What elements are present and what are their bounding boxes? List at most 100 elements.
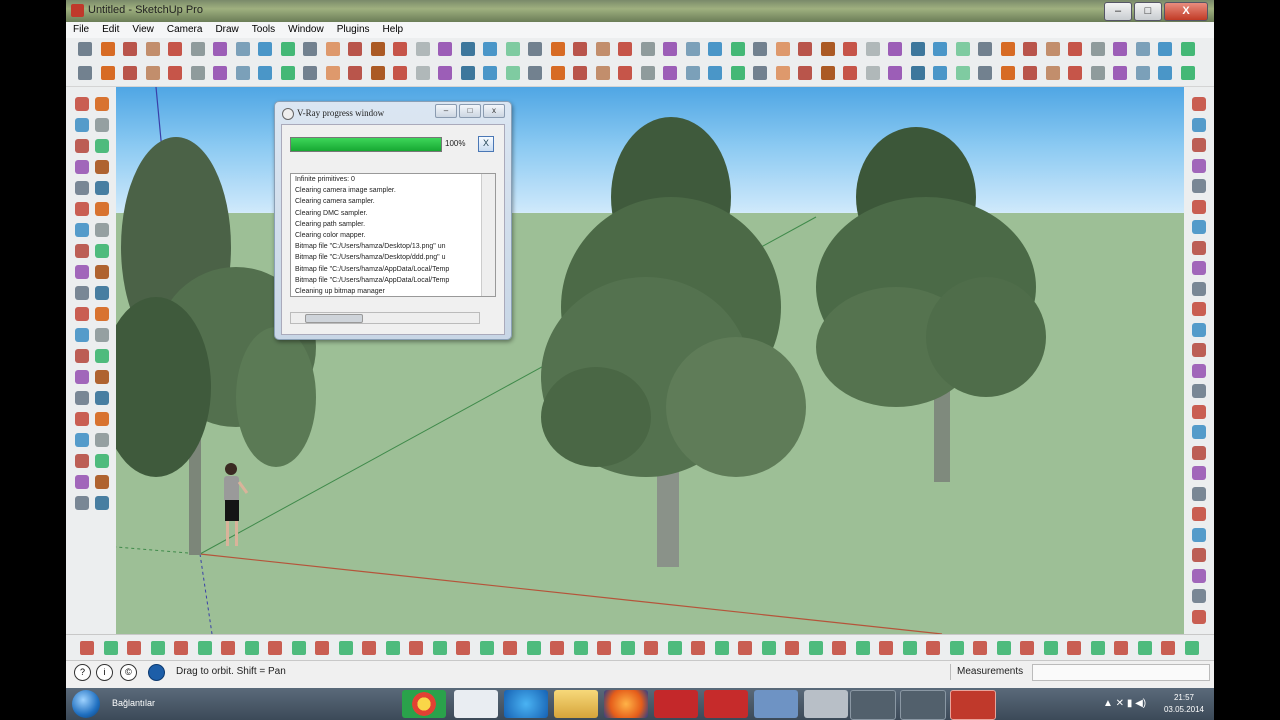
toolbar-tool-icon[interactable] — [528, 66, 542, 80]
toolbar-tool-icon[interactable] — [483, 66, 497, 80]
palette-tool-icon[interactable] — [1192, 117, 1206, 132]
palette-tool-icon[interactable] — [75, 97, 89, 111]
menu-view[interactable]: View — [125, 22, 160, 38]
toolbar-tool-icon[interactable] — [550, 42, 565, 56]
toolbar-tool-icon[interactable] — [865, 66, 880, 80]
toolbar-tool-icon[interactable] — [415, 42, 430, 56]
render-log[interactable]: Infinite primitives: 0 Clearing camera i… — [290, 173, 496, 297]
toolbar-tool-icon[interactable] — [213, 42, 227, 56]
geolocation-icon[interactable]: i — [96, 664, 113, 681]
palette-tool-icon[interactable] — [1192, 548, 1206, 562]
toolbar-tool-icon[interactable] — [1000, 42, 1015, 56]
toolbar-tool-icon[interactable] — [753, 66, 767, 80]
clock[interactable]: 21:57 03.05.2014 — [1164, 692, 1204, 716]
toolbar-tool-icon[interactable] — [348, 66, 362, 80]
menu-help[interactable]: Help — [376, 22, 410, 38]
toolbar-tool-icon[interactable] — [235, 42, 250, 56]
toolbar-tool-icon[interactable] — [393, 66, 407, 80]
bottom-tool-icon[interactable] — [1184, 641, 1199, 655]
toolbar-tool-icon[interactable] — [595, 42, 610, 56]
palette-tool-icon[interactable] — [1192, 179, 1206, 193]
palette-tool-icon[interactable] — [95, 286, 109, 300]
bottom-tool-icon[interactable] — [855, 641, 870, 655]
palette-tool-icon[interactable] — [95, 454, 109, 468]
bottom-tool-icon[interactable] — [761, 641, 776, 655]
toolbar-tool-icon[interactable] — [145, 66, 160, 80]
toolbar-tool-icon[interactable] — [393, 42, 407, 56]
bottom-tool-icon[interactable] — [926, 641, 940, 655]
palette-tool-icon[interactable] — [1192, 343, 1206, 357]
minimize-button[interactable]: – — [1104, 2, 1132, 21]
camtasia-icon[interactable] — [850, 690, 896, 720]
palette-tool-icon[interactable] — [75, 181, 89, 195]
palette-tool-icon[interactable] — [75, 349, 89, 363]
toolbar-tool-icon[interactable] — [910, 66, 925, 80]
palette-tool-icon[interactable] — [1192, 589, 1206, 603]
palette-tool-icon[interactable] — [95, 181, 109, 195]
palette-tool-icon[interactable] — [1192, 261, 1206, 275]
palette-tool-icon[interactable] — [95, 139, 109, 153]
toolbar-tool-icon[interactable] — [775, 42, 790, 56]
palette-tool-icon[interactable] — [75, 265, 89, 279]
bottom-tool-icon[interactable] — [80, 641, 94, 655]
palette-tool-icon[interactable] — [95, 475, 109, 489]
toolbar-tool-icon[interactable] — [1135, 42, 1150, 56]
palette-tool-icon[interactable] — [95, 370, 109, 384]
toolbar-tool-icon[interactable] — [685, 66, 700, 80]
toolbar-tool-icon[interactable] — [820, 66, 835, 80]
palette-tool-icon[interactable] — [95, 391, 109, 405]
toolbar-tool-icon[interactable] — [1135, 66, 1150, 80]
toolbar-tool-icon[interactable] — [100, 42, 115, 56]
toolbar-tool-icon[interactable] — [213, 66, 227, 80]
menu-camera[interactable]: Camera — [160, 22, 209, 38]
toolbar-tool-icon[interactable] — [235, 66, 250, 80]
toolbar-tool-icon[interactable] — [663, 66, 677, 80]
palette-tool-icon[interactable] — [1192, 384, 1206, 398]
palette-tool-icon[interactable] — [1192, 240, 1206, 255]
palette-tool-icon[interactable] — [75, 286, 89, 300]
toolbar-tool-icon[interactable] — [708, 42, 722, 56]
menu-tools[interactable]: Tools — [245, 22, 281, 38]
firefox-icon[interactable] — [604, 690, 648, 718]
internet-explorer-icon[interactable] — [504, 690, 548, 718]
toolbar-tool-icon[interactable] — [753, 42, 767, 56]
bottom-tool-icon[interactable] — [597, 641, 611, 655]
toolbar-tool-icon[interactable] — [798, 42, 812, 56]
toolbar-tool-icon[interactable] — [663, 42, 677, 56]
palette-tool-icon[interactable] — [75, 496, 89, 510]
toolbar-tool-icon[interactable] — [145, 42, 160, 56]
bottom-tool-icon[interactable] — [667, 641, 682, 655]
bottom-tool-icon[interactable] — [479, 641, 494, 655]
palette-tool-icon[interactable] — [95, 223, 109, 237]
palette-tool-icon[interactable] — [95, 433, 109, 447]
bottom-tool-icon[interactable] — [197, 641, 212, 655]
toolbar-tool-icon[interactable] — [1068, 66, 1082, 80]
palette-tool-icon[interactable] — [1192, 302, 1206, 316]
toolbar-tool-icon[interactable] — [370, 66, 385, 80]
palette-tool-icon[interactable] — [95, 244, 109, 258]
info-icon[interactable]: ? — [74, 664, 91, 681]
bottom-tool-icon[interactable] — [738, 641, 752, 655]
bottom-tool-icon[interactable] — [808, 641, 823, 655]
toolbar-tool-icon[interactable] — [1045, 42, 1060, 56]
toolbar-tool-icon[interactable] — [505, 42, 520, 56]
palette-tool-icon[interactable] — [1192, 425, 1206, 439]
palette-tool-icon[interactable] — [1192, 527, 1206, 542]
vray-minimize-button[interactable]: – — [435, 104, 457, 118]
toolbar-tool-icon[interactable] — [303, 66, 317, 80]
toolbar-tool-icon[interactable] — [730, 66, 745, 80]
cancel-render-button[interactable]: X — [478, 136, 494, 152]
toolbar-tool-icon[interactable] — [618, 66, 632, 80]
start-button[interactable] — [72, 690, 100, 718]
palette-tool-icon[interactable] — [95, 412, 109, 426]
toolbar-tool-icon[interactable] — [168, 66, 182, 80]
maximize-button[interactable]: □ — [1134, 2, 1162, 21]
bottom-tool-icon[interactable] — [503, 641, 517, 655]
bottom-tool-icon[interactable] — [620, 641, 635, 655]
toolbar-tool-icon[interactable] — [955, 42, 970, 56]
toolbar-tool-icon[interactable] — [528, 42, 542, 56]
palette-tool-icon[interactable] — [1192, 199, 1206, 214]
palette-tool-icon[interactable] — [1192, 322, 1206, 337]
title-bar[interactable]: Untitled - SketchUp Pro – □ X — [66, 0, 1214, 22]
bottom-tool-icon[interactable] — [1020, 641, 1034, 655]
